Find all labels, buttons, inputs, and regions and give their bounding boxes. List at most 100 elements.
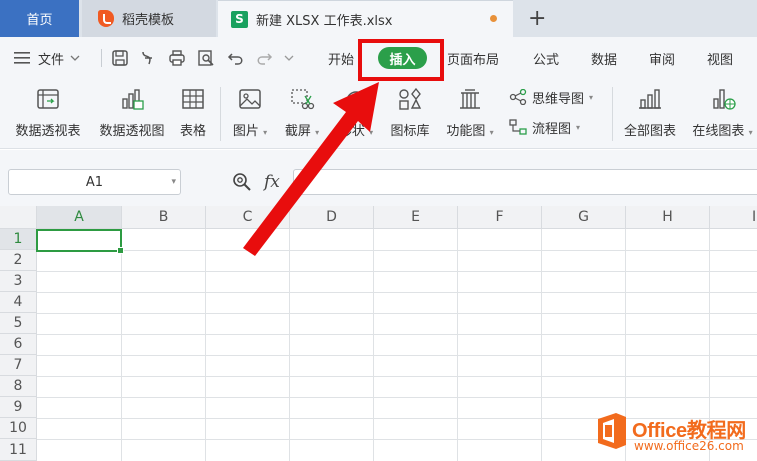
name-box-value: A1 — [85, 174, 104, 190]
mindmap-button[interactable]: 思维导图 ▾ — [509, 87, 593, 107]
formula-input[interactable] — [293, 169, 757, 195]
divider — [101, 49, 102, 67]
name-box[interactable]: A1 ▾ — [8, 169, 181, 195]
column-header-a[interactable]: A — [37, 206, 122, 229]
select-all-corner[interactable] — [0, 206, 37, 229]
quick-access-chevron-icon[interactable] — [283, 49, 295, 67]
formula-bar: A1 ▾ fx — [0, 150, 757, 206]
screenshot-label-text: 截屏 — [284, 124, 311, 139]
export-pdf-icon[interactable] — [139, 49, 157, 67]
gridline — [289, 229, 290, 461]
column-header-c[interactable]: C — [206, 206, 290, 229]
tab-document[interactable]: S 新建 XLSX 工作表.xlsx — [218, 0, 513, 37]
gridline — [373, 229, 374, 461]
gridline — [541, 229, 542, 461]
undo-icon[interactable] — [227, 49, 245, 67]
icon-library-button[interactable]: 图标库 — [386, 79, 434, 149]
flowchart-label: 流程图 — [532, 121, 572, 137]
row-header-3[interactable]: 3 — [0, 271, 37, 292]
table-grid-icon — [182, 89, 204, 109]
gridline — [205, 229, 206, 461]
row-header-8[interactable]: 8 — [0, 376, 37, 397]
function-chart-label: 功能图 ▾ — [442, 120, 498, 139]
redo-icon[interactable] — [255, 49, 273, 67]
tab-home[interactable]: 首页 — [0, 0, 79, 37]
menu-start[interactable]: 开始 — [328, 37, 354, 79]
row-header-5[interactable]: 5 — [0, 313, 37, 334]
gridline — [37, 271, 757, 272]
row-header-11[interactable]: 11 — [0, 439, 37, 461]
mindmap-label: 思维导图 — [532, 91, 585, 107]
file-menu[interactable]: 文件 — [14, 37, 80, 79]
function-chart-button[interactable]: 功能图 ▾ — [442, 79, 498, 149]
picture-label: 图片 ▾ — [226, 120, 274, 139]
tab-daoke-template[interactable]: 稻壳模板 — [82, 0, 216, 37]
insert-highlight-box — [358, 39, 444, 81]
shape-dropdown-icon: ▾ — [369, 128, 374, 137]
menu-view[interactable]: 视图 — [707, 37, 733, 79]
shape-label-text: 形状 — [338, 124, 365, 139]
gridline — [457, 229, 458, 461]
mindmap-dropdown-icon: ▾ — [589, 92, 594, 102]
gridline — [37, 397, 757, 398]
shape-icon — [346, 91, 366, 111]
column-header-e[interactable]: E — [374, 206, 458, 229]
pivot-chart-button[interactable]: 数据透视图 — [94, 79, 170, 149]
watermark-url: www.office26.com — [634, 439, 744, 453]
print-icon[interactable] — [168, 49, 186, 67]
menu-page-layout[interactable]: 页面布局 — [447, 37, 499, 79]
mindmap-icon — [509, 89, 527, 105]
name-box-dropdown-icon[interactable]: ▾ — [171, 177, 176, 187]
wps-spreadsheet-window: 首页 稻壳模板 S 新建 XLSX 工作表.xlsx + 文件 开始 插入 页面… — [0, 0, 757, 461]
row-header-7[interactable]: 7 — [0, 355, 37, 376]
column-header-b[interactable]: B — [122, 206, 206, 229]
picture-button[interactable]: 图片 ▾ — [226, 79, 274, 149]
row-header-1[interactable]: 1 — [0, 229, 37, 250]
row-header-10[interactable]: 10 — [0, 418, 37, 439]
gridline — [37, 334, 757, 335]
row-header-6[interactable]: 6 — [0, 334, 37, 355]
row-header-9[interactable]: 9 — [0, 397, 37, 418]
active-cell-a1[interactable] — [36, 229, 124, 254]
formula-tools: fx — [232, 172, 280, 192]
table-button[interactable]: 表格 — [174, 79, 212, 149]
all-charts-button[interactable]: 全部图表 — [618, 79, 682, 149]
column-header-i[interactable]: I — [710, 206, 757, 229]
column-header-f[interactable]: F — [458, 206, 542, 229]
pivot-chart-icon — [122, 89, 144, 110]
menu-formula-label: 公式 — [533, 52, 560, 68]
save-icon[interactable] — [111, 49, 129, 67]
menu-data-label: 数据 — [591, 52, 618, 68]
screenshot-dropdown-icon: ▾ — [315, 128, 320, 137]
pivot-table-button[interactable]: 数据透视表 — [8, 79, 88, 149]
menu-start-label: 开始 — [328, 52, 355, 68]
insert-function-button[interactable]: fx — [264, 172, 280, 192]
print-preview-icon[interactable] — [197, 49, 215, 67]
daoke-logo-icon — [98, 10, 114, 27]
menu-review[interactable]: 审阅 — [649, 37, 675, 79]
menu-data[interactable]: 数据 — [591, 37, 617, 79]
zoom-search-icon[interactable] — [232, 172, 252, 192]
flowchart-button[interactable]: 流程图 ▾ — [509, 117, 580, 137]
pivot-table-label: 数据透视表 — [15, 124, 81, 139]
new-tab-button[interactable]: + — [528, 6, 546, 31]
ribbon-divider — [612, 87, 613, 141]
function-chart-label-text: 功能图 — [446, 124, 486, 139]
row-header-2[interactable]: 2 — [0, 250, 37, 271]
row-header-4[interactable]: 4 — [0, 292, 37, 313]
shape-button[interactable]: 形状 ▾ — [332, 79, 380, 149]
file-menu-label: 文件 — [38, 52, 65, 68]
column-header-g[interactable]: G — [542, 206, 626, 229]
picture-dropdown-icon: ▾ — [263, 128, 268, 137]
menu-page-layout-label: 页面布局 — [447, 52, 500, 68]
screenshot-scissors-icon — [291, 89, 315, 110]
online-chart-icon — [712, 89, 736, 110]
online-charts-button[interactable]: 在线图表 ▾ — [688, 79, 757, 149]
menu-formula[interactable]: 公式 — [533, 37, 559, 79]
menu-review-label: 审阅 — [649, 52, 676, 68]
column-header-h[interactable]: H — [626, 206, 710, 229]
screenshot-button[interactable]: 截屏 ▾ — [278, 79, 326, 149]
flowchart-icon — [509, 119, 527, 135]
column-header-d[interactable]: D — [290, 206, 374, 229]
tab-daoke-label: 稻壳模板 — [122, 13, 175, 28]
